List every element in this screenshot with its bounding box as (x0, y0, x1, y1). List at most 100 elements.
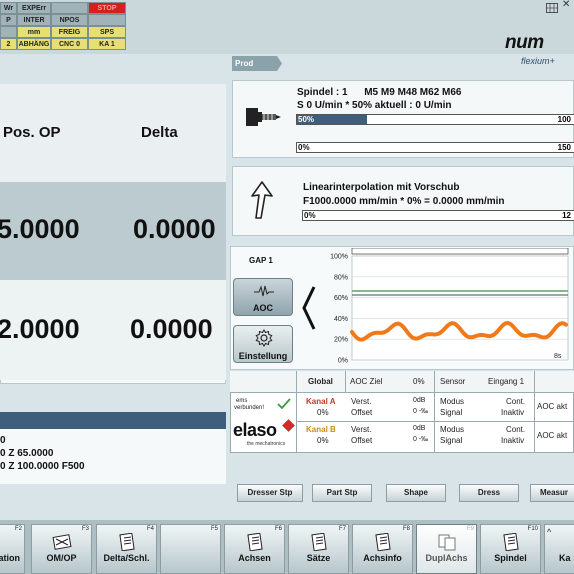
kanal-a-offset-value: 0 -‰ (413, 408, 429, 415)
duplicate-icon (437, 533, 457, 551)
gap-chart-svg: 100% 80% 60% 40% 20% 0% 8s (330, 247, 569, 365)
aoc-button[interactable]: AOC (233, 278, 293, 316)
axis-pos-value: 5.0000 (0, 214, 80, 244)
shape-button[interactable]: Shape (386, 484, 446, 502)
fkey-f10[interactable]: F10 Spindel (480, 524, 541, 574)
bar-end-label: 12 (562, 211, 571, 220)
spindle-override-bar: 50% 100 (296, 114, 574, 125)
fkey-label: Achsinfo (363, 553, 402, 563)
kanal-a-percent: 0% (317, 408, 329, 417)
divider (434, 371, 435, 453)
status-cell (51, 2, 88, 14)
kanal-b-mode-value: Cont. (506, 425, 526, 434)
status-cell: Wr (0, 2, 17, 14)
stop-indicator: STOP (88, 2, 126, 14)
settings-button[interactable]: Einstellung (233, 325, 293, 363)
status-cell (88, 14, 126, 26)
fkey-f4[interactable]: F4 Delta/Schl. (96, 524, 157, 574)
status-cell: P (0, 14, 17, 26)
status-cell: FREIG (51, 26, 88, 38)
fkey-f8[interactable]: F8 Achsinfo (352, 524, 413, 574)
elaso-logo: elaso (233, 420, 277, 440)
gear-icon (255, 329, 273, 347)
fkey-label: Achsen (238, 553, 271, 563)
gap-title: GAP 1 (249, 256, 273, 265)
fkey-f3[interactable]: F3 OM/OP (31, 524, 92, 574)
divider (296, 371, 297, 453)
kanal-a-gain-value: 0dB (413, 397, 426, 404)
chevron-left-icon[interactable] (300, 285, 318, 331)
part-stop-button[interactable]: Part Stp (312, 484, 372, 502)
fkey-number: F9 (466, 526, 474, 532)
kanal-b-mode-label: Modus (440, 425, 465, 434)
fkey-number: F4 (146, 526, 154, 532)
bar-label: 50% (298, 115, 315, 124)
fkey-label: Sätze (306, 553, 331, 563)
fkey-number: F6 (274, 526, 282, 532)
status-cell: SPS (88, 26, 126, 38)
document-icon (309, 532, 329, 552)
fkey-number: F5 (210, 526, 218, 532)
y-tick-label: 60% (334, 295, 348, 302)
kanal-b-signal-label: Signal (440, 436, 463, 445)
fkey-label: Spindel (494, 553, 527, 563)
check-icon (277, 397, 291, 410)
kanal-b-gain-value: 0dB (413, 425, 426, 432)
kanal-b-offset-label: Offset (351, 436, 373, 445)
kanal-b-percent: 0% (317, 436, 329, 445)
fkey-f5[interactable]: F5 (160, 524, 221, 574)
dress-button[interactable]: Dress (459, 484, 519, 502)
kanal-a-signal-label: Signal (440, 408, 463, 417)
fkey-f2[interactable]: F2 ation (0, 524, 25, 574)
close-icon[interactable]: ✕ (562, 0, 570, 10)
fkey-f7[interactable]: F7 Sätze (288, 524, 349, 574)
status-cell: EXPErr (17, 2, 51, 14)
measure-button[interactable]: Measur (530, 484, 574, 502)
status-cell: mm (17, 26, 51, 38)
header-sensor: Sensor (440, 377, 466, 386)
divider (534, 371, 535, 453)
bar-end-label: 150 (557, 143, 571, 152)
program-line: 0 (0, 435, 6, 446)
document-icon (373, 532, 393, 552)
spindle-speed: S 0 U/min * 50% aktuell : 0 U/min (297, 100, 452, 111)
fkey-label: ation (0, 553, 20, 563)
fkey-label: DuplAchs (425, 553, 468, 563)
feed-bar: 0% 12 (302, 210, 574, 221)
y-tick-label: 80% (334, 274, 348, 281)
kanal-a-signal-value: Inaktiv (501, 408, 525, 417)
kanal-b-signal-value: Inaktiv (501, 436, 525, 445)
bar-label: 0% (304, 211, 316, 220)
window-grid-icon[interactable] (546, 0, 558, 13)
kanal-b-aoc-status[interactable]: AOC akt (537, 431, 567, 440)
divider (345, 371, 346, 393)
fkey-next[interactable]: ^ Ka (544, 524, 574, 574)
axis-pos-value: 2.0000 (0, 314, 80, 344)
feed-rate: F1000.0000 mm/min * 0% = 0.0000 mm/min (303, 196, 505, 207)
dresser-stop-button[interactable]: Dresser Stp (237, 484, 303, 502)
fkey-number: F2 (14, 526, 22, 532)
num-logo: num (505, 32, 544, 53)
waveform-icon (254, 284, 274, 298)
header-percent: 0% (413, 377, 425, 386)
program-line: 0 Z 100.0000 F500 (0, 461, 85, 472)
status-cell: 2 (0, 38, 17, 50)
fkey-label: Ka (559, 553, 571, 563)
elaso-tagline: the mechatronics (247, 441, 286, 447)
kanal-a-label: Kanal A (306, 397, 336, 406)
kanal-a-aoc-status[interactable]: AOC akt (537, 402, 567, 411)
y-tick-label: 0% (338, 358, 348, 365)
time-label: 8s (554, 353, 562, 360)
program-header (0, 412, 226, 429)
aoc-label: AOC (253, 303, 273, 313)
fkey-f9[interactable]: F9 DuplAchs (416, 524, 477, 574)
status-cell: CNC 0 (51, 38, 88, 50)
fkey-label: OM/OP (46, 553, 77, 563)
arrow-up-icon (250, 180, 274, 220)
interpolation-mode: Linearinterpolation mit Vorschub (303, 182, 460, 193)
fkey-f6[interactable]: F6 Achsen (224, 524, 285, 574)
kanal-a-mode-value: Cont. (506, 397, 526, 406)
status-cell: NPOS (51, 14, 88, 26)
mode-tab-prod[interactable]: Prod (232, 56, 282, 71)
fkey-label: Delta/Schl. (103, 553, 150, 563)
